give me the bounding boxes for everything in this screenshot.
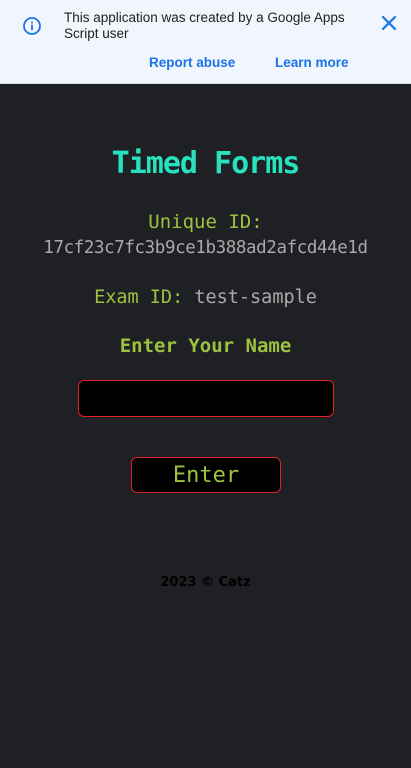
exam-id-row: Exam ID: test-sample — [0, 287, 411, 308]
name-heading: Enter Your Name — [119, 335, 292, 357]
page-title: Timed Forms — [111, 146, 301, 181]
banner-message: This application was created by a Google… — [64, 10, 345, 41]
name-input[interactable] — [78, 380, 334, 417]
info-icon — [22, 16, 42, 36]
learn-more-link[interactable]: Learn more — [275, 55, 349, 70]
close-icon[interactable] — [378, 12, 400, 34]
enter-button[interactable]: Enter — [131, 457, 281, 493]
exam-id-label: Exam ID: — [94, 287, 184, 308]
unique-id-value: 17cf23c7fc3b9ce1b388ad2afcd44e1d — [43, 238, 368, 258]
footer-copyright: 2023 © Catz — [160, 575, 251, 590]
unique-id-label: Unique ID: — [148, 211, 263, 233]
exam-id-value: test-sample — [194, 287, 317, 308]
report-abuse-link[interactable]: Report abuse — [149, 55, 235, 70]
apps-script-banner: This application was created by a Google… — [0, 0, 411, 84]
